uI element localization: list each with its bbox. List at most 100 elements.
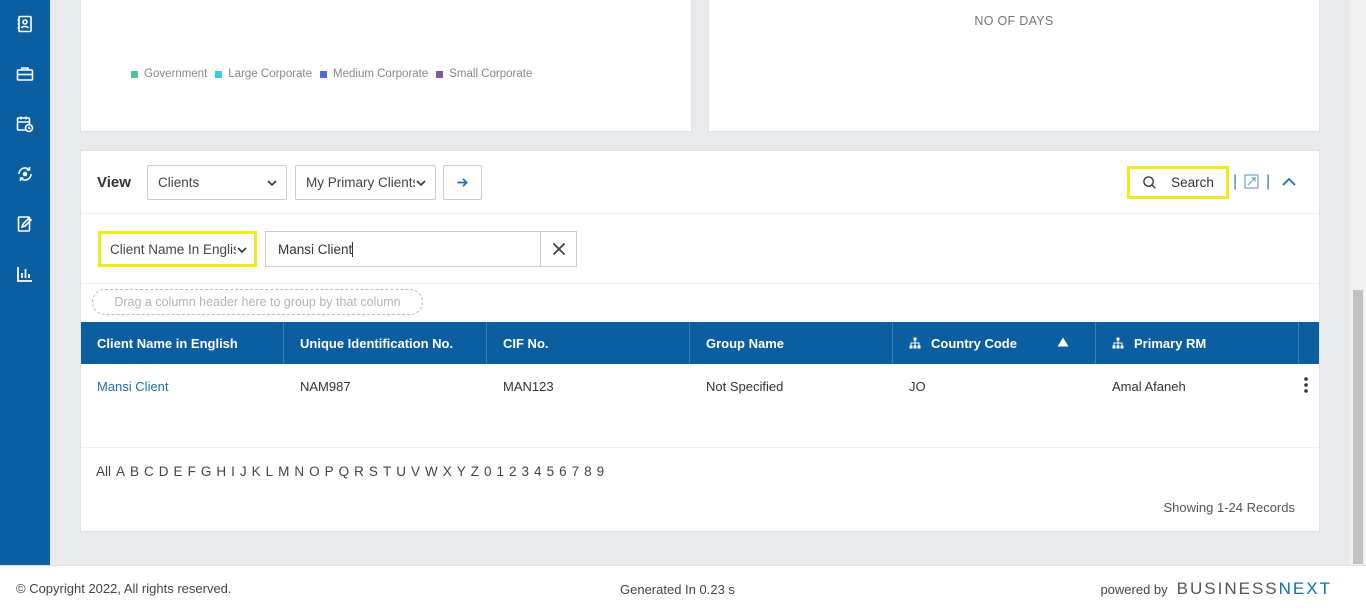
- briefcase-icon[interactable]: [15, 64, 35, 84]
- alphabet-link[interactable]: Y: [457, 464, 466, 479]
- close-icon: [552, 242, 565, 256]
- legend-item-medium-corporate[interactable]: Medium Corporate: [320, 68, 428, 80]
- alphabet-link[interactable]: T: [383, 464, 391, 479]
- brand-part: NEXT: [1278, 579, 1332, 598]
- alphabet-link[interactable]: F: [188, 464, 196, 479]
- alphabet-link[interactable]: Z: [471, 464, 479, 479]
- alphabet-link[interactable]: 4: [534, 464, 542, 479]
- column-header-unique-id[interactable]: Unique Identification No.: [284, 322, 487, 364]
- legend-item-large-corporate[interactable]: Large Corporate: [215, 68, 312, 80]
- list-view-select[interactable]: My Primary Clients: [295, 165, 436, 200]
- toolbar-separator: |: [1266, 173, 1271, 190]
- page-scrollbar[interactable]: [1350, 0, 1366, 565]
- group-by-drop-zone[interactable]: Drag a column header here to group by th…: [92, 289, 423, 315]
- alphabet-link[interactable]: All: [96, 464, 111, 479]
- table-cell: NAM987: [300, 378, 351, 394]
- alphabet-link[interactable]: I: [231, 464, 235, 479]
- alphabet-link[interactable]: K: [252, 464, 261, 479]
- grid-header: Client Name in English Unique Identifica…: [81, 322, 1319, 364]
- alphabet-link[interactable]: W: [425, 464, 438, 479]
- alphabet-link[interactable]: C: [144, 464, 154, 479]
- scrollbar-thumb[interactable]: [1353, 290, 1363, 564]
- alphabet-link[interactable]: O: [309, 464, 320, 479]
- filter-value-input[interactable]: Mansi Client: [265, 231, 541, 267]
- table-cell: MAN123: [503, 378, 554, 394]
- chart-legend: Government Large Corporate Medium Corpor…: [131, 68, 532, 80]
- alphabet-link[interactable]: 8: [584, 464, 592, 479]
- entity-select-value: Clients: [158, 175, 200, 190]
- alphabet-link[interactable]: J: [240, 464, 247, 479]
- brand-logo: BUSINESSNEXT: [1177, 579, 1332, 599]
- table-row[interactable]: Mansi Client NAM987 MAN123 Not Specified…: [81, 364, 1319, 408]
- alphabet-link[interactable]: 6: [559, 464, 567, 479]
- chevron-down-icon: [415, 177, 427, 189]
- view-label: View: [97, 174, 131, 191]
- alphabet-link[interactable]: V: [411, 464, 420, 479]
- alphabet-link[interactable]: P: [325, 464, 334, 479]
- hierarchy-icon: [909, 337, 921, 349]
- column-header-primary-rm[interactable]: Primary RM: [1096, 322, 1299, 364]
- alphabet-link[interactable]: 2: [509, 464, 517, 479]
- legend-label: Government: [144, 68, 208, 80]
- alphabet-link[interactable]: B: [130, 464, 139, 479]
- alphabet-link[interactable]: 9: [597, 464, 605, 479]
- clear-filter-button[interactable]: [540, 231, 577, 267]
- legend-swatch: [320, 70, 328, 78]
- alphabet-link[interactable]: A: [116, 464, 125, 479]
- sort-ascending-icon[interactable]: [1057, 336, 1069, 348]
- alphabet-link[interactable]: L: [266, 464, 274, 479]
- alphabet-link[interactable]: 3: [522, 464, 530, 479]
- calendar-clock-icon[interactable]: [15, 114, 35, 134]
- brand-part: BUSINESS: [1176, 579, 1279, 598]
- column-header-label: Primary RM: [1134, 335, 1207, 351]
- copyright-text: © Copyright 2022, All rights reserved.: [16, 581, 232, 596]
- powered-by: powered by BUSINESSNEXT: [1100, 579, 1332, 599]
- contact-book-icon[interactable]: [15, 14, 35, 34]
- column-header-label: Group Name: [706, 335, 785, 351]
- alphabet-link[interactable]: 1: [497, 464, 505, 479]
- list-view-select-value: My Primary Clients: [306, 175, 420, 190]
- alphabet-link[interactable]: 5: [547, 464, 555, 479]
- alphabet-link[interactable]: S: [369, 464, 378, 479]
- alphabet-link[interactable]: N: [294, 464, 304, 479]
- legend-swatch: [436, 70, 444, 78]
- alphabet-link[interactable]: E: [174, 464, 183, 479]
- text-cursor: [352, 241, 354, 257]
- entity-select[interactable]: Clients: [147, 165, 287, 200]
- column-header-client-name[interactable]: Client Name in English: [81, 322, 284, 364]
- alphabet-link[interactable]: 0: [484, 464, 492, 479]
- row-actions-menu-icon[interactable]: [1301, 376, 1311, 394]
- alphabet-link[interactable]: 7: [572, 464, 580, 479]
- divider: [81, 213, 1319, 214]
- expand-icon[interactable]: [1244, 174, 1259, 189]
- legend-label: Large Corporate: [228, 68, 313, 80]
- alphabet-link[interactable]: G: [201, 464, 212, 479]
- alphabet-link[interactable]: M: [278, 464, 289, 479]
- alphabet-link[interactable]: H: [216, 464, 226, 479]
- column-header-cif[interactable]: CIF No.: [487, 322, 690, 364]
- filter-field-select[interactable]: Client Name In English: [98, 231, 257, 267]
- alphabet-link[interactable]: D: [159, 464, 169, 479]
- filter-field-value: Client Name In English: [110, 241, 248, 257]
- divider: [81, 283, 1319, 284]
- edit-document-icon[interactable]: [15, 214, 35, 234]
- column-header-country-code[interactable]: Country Code: [893, 322, 1096, 364]
- legend-item-government[interactable]: Government: [131, 68, 207, 80]
- alphabet-link[interactable]: U: [396, 464, 406, 479]
- chevron-up-icon[interactable]: [1281, 175, 1297, 187]
- legend-item-small-corporate[interactable]: Small Corporate: [436, 68, 532, 80]
- legend-label: Medium Corporate: [333, 68, 429, 80]
- sidebar: [0, 0, 50, 565]
- refresh-cycle-icon[interactable]: [15, 164, 35, 184]
- search-button[interactable]: Search: [1127, 166, 1229, 199]
- hierarchy-icon: [1112, 337, 1124, 349]
- alphabet-link[interactable]: X: [443, 464, 452, 479]
- alphabet-link[interactable]: Q: [339, 464, 350, 479]
- filter-value-text: Mansi Client: [278, 241, 353, 257]
- table-cell: JO: [909, 378, 926, 394]
- go-button[interactable]: [443, 165, 482, 200]
- alphabet-link[interactable]: R: [354, 464, 364, 479]
- client-name-link[interactable]: Mansi Client: [81, 364, 284, 408]
- column-header-group-name[interactable]: Group Name: [690, 322, 893, 364]
- bar-chart-icon[interactable]: [15, 264, 35, 284]
